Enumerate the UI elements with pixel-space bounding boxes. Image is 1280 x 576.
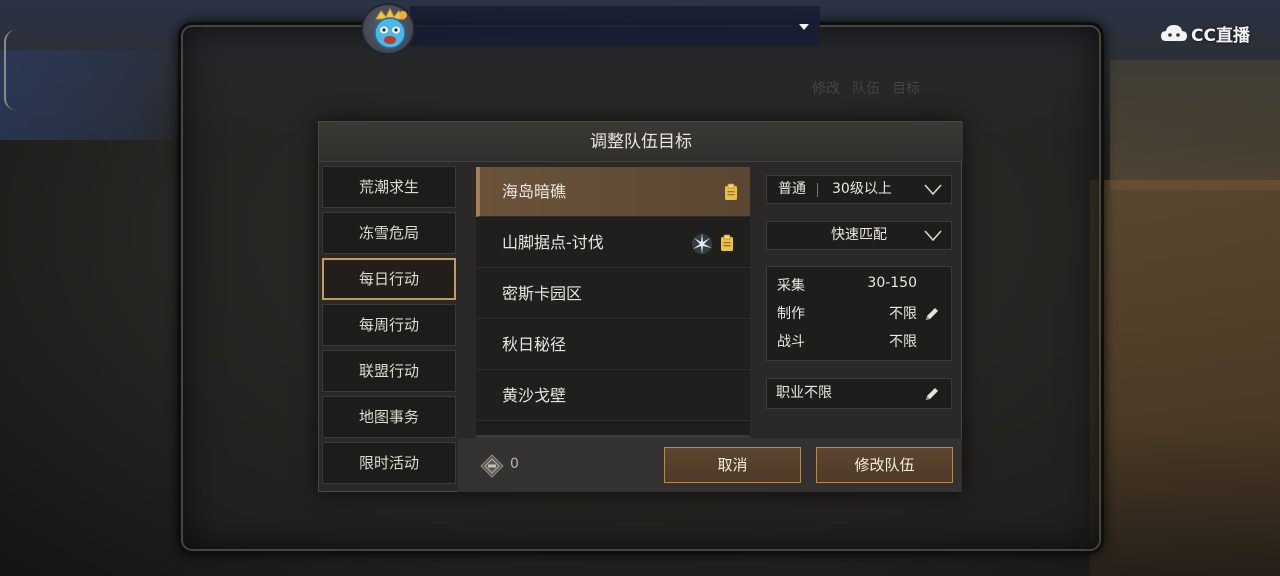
job-requirement-label: 职业不限 xyxy=(776,385,832,401)
category-tab[interactable]: 荒潮求生 xyxy=(322,166,456,208)
cc-live-logo: CC直播 xyxy=(1160,20,1250,46)
triangle-down-icon xyxy=(924,230,942,241)
background-text: 修改 xyxy=(812,81,840,97)
cancel-button[interactable]: 取消 xyxy=(664,447,801,483)
map-item[interactable]: 密斯卡园区 xyxy=(476,269,750,319)
background-text: 队伍 xyxy=(852,81,880,97)
requirement-row: 战斗 不限 xyxy=(777,331,917,351)
requirement-key: 制作 xyxy=(777,306,805,322)
modify-team-button[interactable]: 修改队伍 xyxy=(816,447,953,483)
divider xyxy=(817,183,818,197)
match-mode-label: 快速匹配 xyxy=(831,227,887,243)
clipboard-icon xyxy=(721,234,733,251)
background-sand xyxy=(1090,180,1280,576)
category-tab-active[interactable]: 每日行动 xyxy=(322,258,456,300)
requirement-value: 30-150 xyxy=(867,275,917,291)
map-item-label: 山脚据点-讨伐 xyxy=(502,233,604,252)
chevron-down-icon[interactable] xyxy=(799,24,809,30)
currency-icon xyxy=(480,454,504,478)
difficulty-select[interactable]: 普通 30级以上 xyxy=(766,175,952,204)
map-item-label: 海岛暗礁 xyxy=(502,182,567,201)
requirements-box: 采集 30-150 制作 不限 战斗 不限 xyxy=(766,266,952,361)
map-item[interactable]: 黄沙戈壁 xyxy=(476,371,750,421)
avatar[interactable] xyxy=(361,3,415,55)
map-list[interactable]: 海岛暗礁 山脚据点-讨伐 密斯卡园区 秋日秘径 黄沙戈壁 xyxy=(476,167,750,435)
background-text: 目标 xyxy=(892,81,920,97)
background-scenery xyxy=(1110,60,1280,190)
category-tab[interactable]: 联盟行动 xyxy=(322,350,456,392)
triangle-down-icon xyxy=(924,184,942,195)
difficulty-level: 30级以上 xyxy=(832,181,892,197)
requirement-row: 采集 30-150 xyxy=(777,275,917,295)
requirement-row: 制作 不限 xyxy=(777,303,917,323)
spark-icon xyxy=(692,233,712,254)
match-mode-select[interactable]: 快速匹配 xyxy=(766,221,952,250)
pencil-icon[interactable] xyxy=(923,305,941,323)
requirement-value: 不限 xyxy=(889,306,917,322)
cc-cloud-icon xyxy=(1161,25,1187,41)
pencil-icon[interactable] xyxy=(923,385,941,403)
stream-top-bar xyxy=(410,6,820,46)
map-item[interactable]: 山脚据点-讨伐 xyxy=(476,218,750,268)
map-item-label: 黄沙戈壁 xyxy=(502,386,567,405)
requirement-key: 采集 xyxy=(777,278,805,294)
dialog-title: 调整队伍目标 xyxy=(319,122,963,162)
map-item-label: 密斯卡园区 xyxy=(502,284,583,303)
job-requirement-field[interactable]: 职业不限 xyxy=(766,378,952,409)
category-tab[interactable]: 冻雪危局 xyxy=(322,212,456,254)
map-item-selected[interactable]: 海岛暗礁 xyxy=(476,167,750,217)
category-tab[interactable]: 每周行动 xyxy=(322,304,456,346)
background-banner xyxy=(0,50,190,140)
difficulty-mode: 普通 xyxy=(778,181,806,197)
requirement-value: 不限 xyxy=(889,334,917,350)
cc-logo-text: CC直播 xyxy=(1191,25,1250,46)
map-item[interactable]: 秋日秘径 xyxy=(476,320,750,370)
background-arc xyxy=(4,30,18,110)
currency-count: 0 xyxy=(510,456,519,472)
requirement-key: 战斗 xyxy=(777,334,805,350)
adjust-team-goal-dialog: 调整队伍目标 荒潮求生 冻雪危局 每日行动 每周行动 联盟行动 地图事务 限时活… xyxy=(318,121,963,492)
map-item-label: 秋日秘径 xyxy=(502,335,567,354)
mascot-icon xyxy=(374,7,407,49)
dialog-footer: 0 取消 修改队伍 xyxy=(458,438,962,492)
clipboard-icon xyxy=(725,183,737,200)
category-tab[interactable]: 限时活动 xyxy=(322,442,456,484)
category-tab[interactable]: 地图事务 xyxy=(322,396,456,438)
